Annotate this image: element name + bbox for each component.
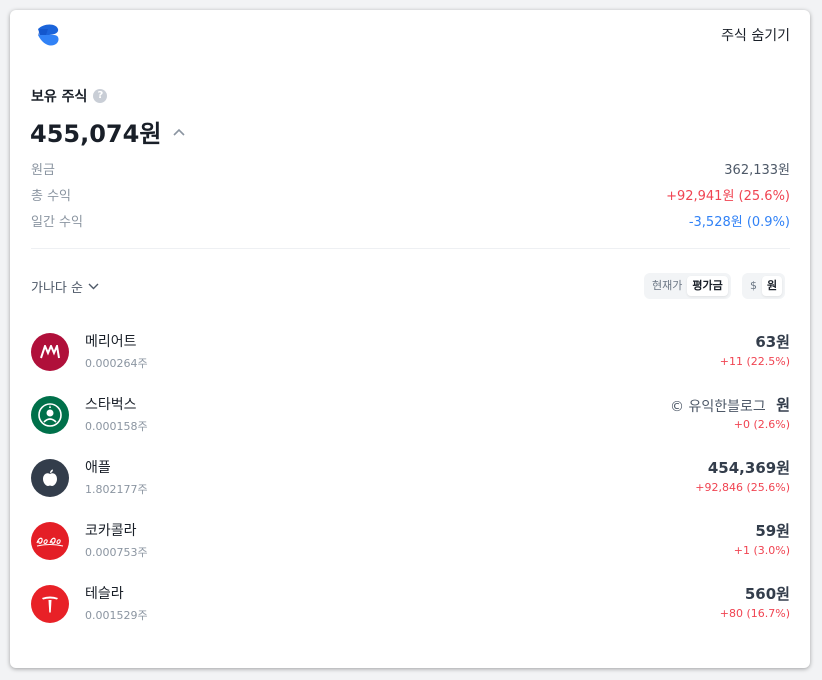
summary-label: 원금 (31, 162, 55, 178)
summary-label: 총 수익 (31, 188, 72, 204)
toggle-dollar[interactable]: $ (745, 276, 762, 296)
watermark: © 유익한블로그 (670, 396, 766, 416)
stock-row-cocacola[interactable]: 코카콜라 0.000753주 59원 +1 (3.0%) (31, 520, 790, 564)
toss-logo-icon[interactable] (34, 23, 62, 47)
stock-value: 560원 (744, 585, 790, 603)
stock-name: 스타벅스 (85, 397, 137, 413)
top-bar: 주식 숨기기 (10, 10, 810, 58)
stock-change: +80 (16.7%) (719, 607, 790, 620)
price-mode-toggle[interactable]: 현재가 평가금 (644, 273, 731, 299)
hide-stocks-button[interactable]: 주식 숨기기 (721, 25, 790, 45)
help-icon[interactable]: ? (93, 89, 108, 103)
stock-value: 59원 (755, 522, 790, 540)
total-value-text: 455,074원 (30, 120, 162, 148)
summary-daily-return: 일간 수익 -3,528원 (0.9%) (31, 210, 790, 230)
stock-quantity: 0.000264주 (85, 357, 148, 370)
chevron-down-icon (88, 283, 99, 290)
stock-quantity: 0.001529주 (85, 609, 148, 622)
stock-name: 메리어트 (85, 334, 137, 350)
summary-total-return: 총 수익 +92,941원 (25.6%) (31, 184, 790, 204)
summary-value: -3,528원 (0.9%) (688, 214, 790, 230)
marriott-logo-icon (31, 333, 69, 371)
holdings-title-text: 보유 주식 (31, 89, 88, 105)
stock-name: 코카콜라 (85, 523, 137, 539)
holdings-title: 보유 주식 ? (31, 86, 108, 106)
stock-change: +92,846 (25.6%) (695, 481, 790, 494)
stock-change: +11 (22.5%) (719, 355, 790, 368)
stock-quantity: 1.802177주 (85, 483, 148, 496)
stock-value: 63원 (755, 333, 790, 351)
sort-label: 가나다 순 (31, 281, 83, 296)
stock-value: 원 (776, 396, 790, 414)
summary-value: 362,133원 (724, 162, 790, 178)
summary-label: 일간 수익 (31, 214, 83, 230)
stock-quantity: 0.000158주 (85, 420, 148, 433)
stock-name: 애플 (85, 460, 111, 476)
stock-change: +0 (2.6%) (733, 418, 790, 431)
currency-toggle[interactable]: $ 원 (742, 273, 786, 299)
stock-change: +1 (3.0%) (733, 544, 790, 557)
stock-value: 454,369원 (707, 459, 790, 477)
summary-value: +92,941원 (25.6%) (666, 188, 790, 204)
total-value: 455,074원 (30, 114, 185, 149)
tesla-logo-icon (31, 585, 69, 623)
stock-name: 테슬라 (85, 586, 124, 602)
apple-logo-icon (31, 459, 69, 497)
starbucks-logo-icon (31, 396, 69, 434)
stock-card: 주식 숨기기 보유 주식 ? 455,074원 원금 362,133원 총 수익… (10, 10, 810, 668)
stock-quantity: 0.000753주 (85, 546, 148, 559)
toggle-valuation[interactable]: 평가금 (687, 276, 728, 296)
stock-row-tesla[interactable]: 테슬라 0.001529주 560원 +80 (16.7%) (31, 583, 790, 627)
toggle-won[interactable]: 원 (762, 276, 783, 296)
stock-row-apple[interactable]: 애플 1.802177주 454,369원 +92,846 (25.6%) (31, 457, 790, 501)
stock-row-marriott[interactable]: 메리어트 0.000264주 63원 +11 (22.5%) (31, 331, 790, 375)
divider (31, 248, 790, 249)
cocacola-logo-icon (31, 522, 69, 560)
chevron-up-icon[interactable] (173, 128, 185, 136)
summary-principal: 원금 362,133원 (31, 158, 790, 178)
sort-dropdown[interactable]: 가나다 순 (31, 277, 99, 296)
toggle-current-price[interactable]: 현재가 (647, 276, 687, 296)
